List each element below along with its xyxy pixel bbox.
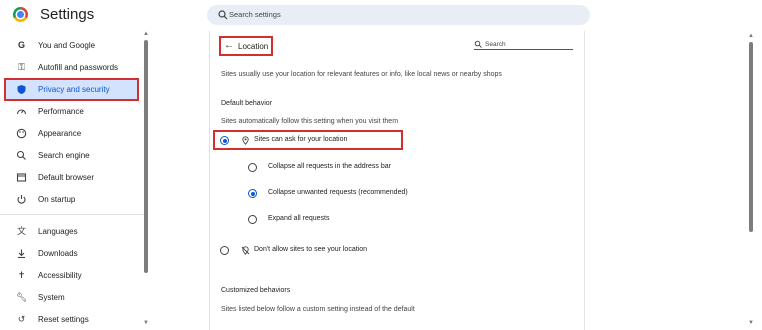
expand-all-label: Expand all requests [268, 215, 330, 222]
sidebar-item-label: Default browser [38, 173, 95, 182]
allow-ask-radio[interactable] [220, 136, 229, 145]
customized-behaviors-subtext: Sites listed below follow a custom setti… [221, 306, 415, 313]
sidebar-item-performance[interactable]: Performance [5, 101, 139, 123]
sidebar-item-on-startup[interactable]: On startup [5, 189, 139, 211]
palette-icon [16, 128, 27, 139]
sidebar-item-reset-settings[interactable]: ↺ Reset settings [5, 309, 139, 330]
sidebar-item-label: Reset settings [38, 315, 89, 324]
sidebar-item-default-browser[interactable]: Default browser [5, 167, 139, 189]
default-behavior-heading: Default behavior [221, 100, 272, 107]
sidebar-item-autofill[interactable]: ⚿ Autofill and passwords [5, 57, 139, 79]
app-title: Settings [40, 6, 95, 23]
allow-ask-label: Sites can ask for your location [254, 136, 348, 143]
sidebar-item-label: Privacy and security [38, 85, 110, 94]
power-icon [17, 195, 26, 204]
sidebar-item-label: Languages [38, 227, 78, 236]
sidebar-item-languages[interactable]: 文 Languages [5, 221, 139, 243]
search-icon [16, 150, 26, 160]
expand-all-radio[interactable] [248, 215, 257, 224]
search-placeholder: Search settings [229, 10, 281, 19]
left-scroll-down-arrow[interactable]: ▼ [143, 320, 149, 326]
sidebar-item-label: You and Google [38, 41, 96, 50]
sidebar-item-label: Search engine [38, 151, 90, 160]
block-location-label: Don't allow sites to see your location [254, 246, 368, 253]
speedometer-icon [16, 109, 27, 115]
google-g-icon: G [17, 40, 25, 50]
wrench-icon: 🔧︎ [16, 292, 28, 302]
search-icon [218, 10, 228, 20]
collapse-all-radio[interactable] [248, 163, 257, 172]
sidebar-item-label: Appearance [38, 129, 82, 138]
sidebar-item-label: On startup [38, 195, 76, 204]
search-placeholder: Search [485, 41, 506, 48]
sidebar-item-accessibility[interactable]: ✝ Accessibility [5, 265, 139, 287]
accessibility-icon: ✝ [17, 270, 26, 280]
collapse-unwanted-radio[interactable] [248, 189, 257, 198]
back-arrow-icon[interactable]: ← [224, 40, 234, 51]
sidebar-item-appearance[interactable]: Appearance [5, 123, 139, 145]
default-behavior-subtext: Sites automatically follow this setting … [221, 118, 399, 125]
block-location-radio[interactable] [220, 246, 229, 255]
shield-icon [17, 85, 26, 94]
customized-behaviors-heading: Customized behaviors [221, 287, 291, 294]
page-title-bar: ← Location [219, 36, 273, 56]
key-icon: ⚿ [18, 62, 25, 72]
location-off-icon [241, 246, 250, 255]
sidebar-item-downloads[interactable]: Downloads [5, 243, 139, 265]
header: Settings Search settings [0, 0, 762, 31]
right-scroll-up-arrow[interactable]: ▲ [748, 33, 754, 39]
location-pin-icon [242, 136, 249, 145]
sidebar-divider [0, 214, 148, 215]
collapse-unwanted-label: Collapse unwanted requests (recommended) [268, 189, 408, 196]
reset-icon: ↺ [17, 314, 26, 324]
browser-window-icon [16, 173, 27, 182]
right-scroll-down-arrow[interactable]: ▼ [748, 320, 754, 326]
download-icon [18, 249, 25, 259]
sidebar-item-label: System [38, 293, 65, 302]
sidebar-item-you-and-google[interactable]: G You and Google [5, 35, 139, 57]
left-scroll-up-arrow[interactable]: ▲ [143, 31, 149, 37]
sidebar-item-system[interactable]: 🔧︎ System [5, 287, 139, 309]
translate-icon: 文 [16, 226, 26, 236]
sidebar-item-label: Performance [38, 107, 84, 116]
location-search-input[interactable]: Search [474, 40, 573, 50]
sidebar-item-search-engine[interactable]: Search engine [5, 145, 139, 167]
chrome-logo-icon [13, 7, 28, 22]
sidebar-item-privacy-and-security[interactable]: Privacy and security [4, 78, 139, 101]
location-description: Sites usually use your location for rele… [221, 71, 502, 78]
page-title: Location [238, 42, 269, 51]
sidebar-item-label: Accessibility [38, 271, 82, 280]
sidebar-item-label: Downloads [38, 249, 78, 258]
search-settings-input[interactable]: Search settings [207, 5, 590, 25]
collapse-all-label: Collapse all requests in the address bar [268, 163, 391, 170]
left-scrollbar-thumb[interactable] [144, 40, 148, 273]
search-icon [474, 40, 482, 48]
sidebar: G You and Google ⚿ Autofill and password… [0, 31, 152, 330]
right-scrollbar-thumb[interactable] [749, 42, 753, 232]
sidebar-item-label: Autofill and passwords [38, 63, 119, 72]
